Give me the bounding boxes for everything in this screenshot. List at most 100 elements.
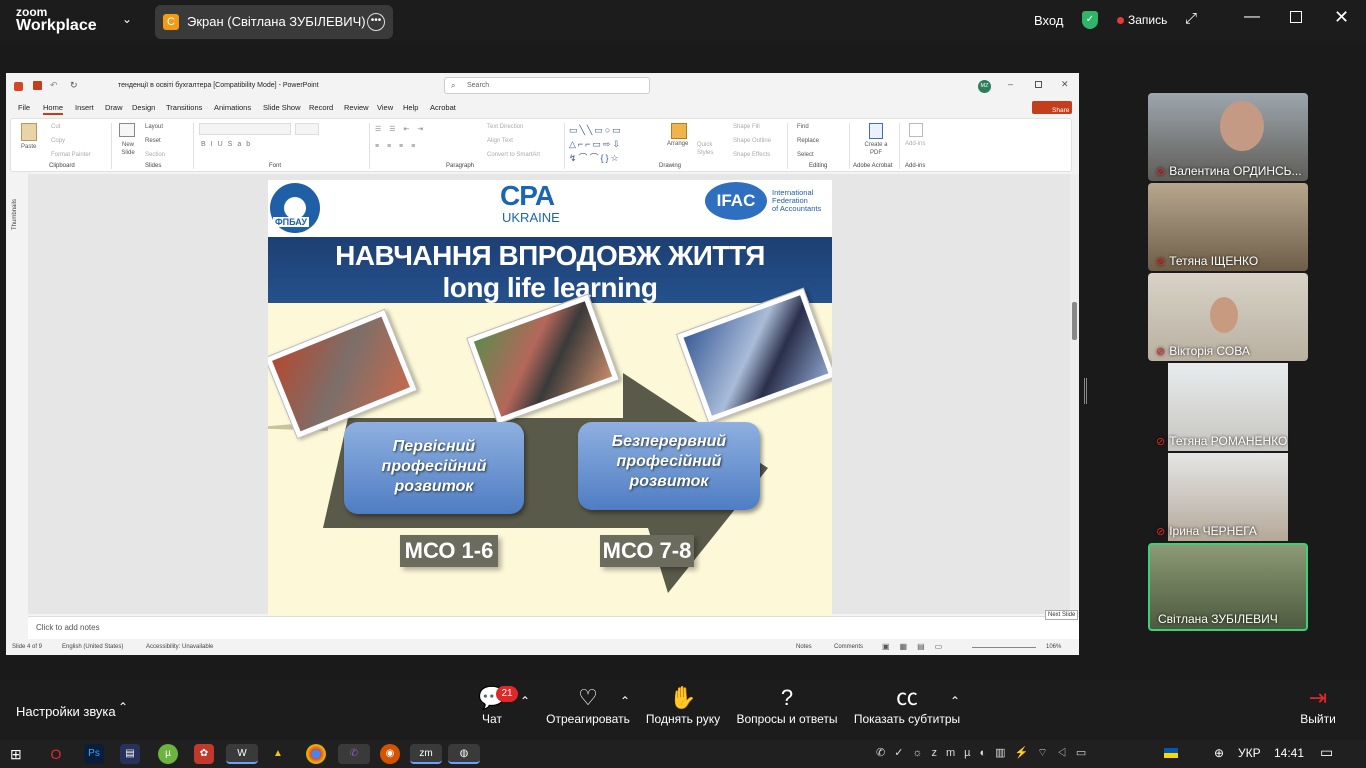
record-label[interactable]: Запись	[1128, 13, 1167, 27]
vertical-scrollbar[interactable]	[1070, 174, 1079, 614]
participant-tile[interactable]: ⊘ Вікторія СОВА	[1148, 273, 1308, 361]
menu-home[interactable]: Home	[43, 103, 64, 115]
text-direction-button[interactable]: Text Direction	[487, 124, 523, 130]
find-button[interactable]: Find	[797, 124, 809, 130]
comments-toggle[interactable]: Comments	[834, 644, 863, 650]
participant-tile[interactable]: ⊘ Тетяна ІЩЕНКО	[1148, 183, 1308, 271]
menu-animations[interactable]: Animations	[214, 103, 251, 112]
chevron-up-icon[interactable]: ⌃	[620, 694, 630, 708]
new-slide-icon[interactable]	[119, 123, 135, 137]
notes-pane[interactable]: Click to add notes Next Slide	[28, 610, 1079, 639]
format-painter-button[interactable]: Format Painter	[51, 152, 91, 158]
utorrent-icon[interactable]: µ	[158, 744, 178, 764]
paste-icon[interactable]	[21, 123, 37, 141]
share-button[interactable]: Share	[1032, 101, 1072, 114]
paste-label[interactable]: Paste	[21, 144, 36, 150]
slide-canvas[interactable]: ФПБАУ CPA UKRAINE IFAC International Fed…	[268, 180, 832, 616]
viber-icon[interactable]: ✆	[338, 744, 370, 764]
shape-outline-button[interactable]: Shape Outline	[733, 138, 771, 144]
photoshop-icon[interactable]: Ps	[84, 744, 104, 764]
captions-button[interactable]: ㏄ Показать субтитры	[852, 680, 962, 726]
zoom-taskbar-icon[interactable]: zm	[410, 744, 442, 764]
zoom-level[interactable]: 106%	[1046, 644, 1061, 650]
chevron-up-icon[interactable]: ⌃	[118, 700, 128, 714]
opera-icon[interactable]: O	[46, 744, 66, 764]
thumbnails-pane[interactable]: Thumbnails	[6, 174, 28, 614]
clock[interactable]: 14:41	[1274, 746, 1304, 760]
new-slide-label[interactable]: New Slide	[117, 141, 139, 157]
menu-help[interactable]: Help	[403, 103, 418, 112]
windows-start-icon[interactable]: ⊞	[10, 746, 22, 763]
view-buttons[interactable]: ▣▦▤▭	[882, 642, 952, 651]
chevron-up-icon[interactable]: ⌃	[520, 694, 530, 708]
redo-icon[interactable]: ↻	[70, 80, 78, 91]
layout-button[interactable]: Layout	[145, 124, 163, 130]
font-size-field[interactable]	[295, 123, 319, 135]
avatar[interactable]: MZ	[978, 80, 991, 93]
menu-transitions[interactable]: Transitions	[166, 103, 202, 112]
zoom-slider[interactable]	[972, 647, 1036, 648]
app-triangle-icon[interactable]: ▲	[268, 744, 288, 764]
participant-tile[interactable]: ⊘ Тетяна РОМАНЕНКО	[1148, 363, 1308, 451]
menu-acrobat[interactable]: Acrobat	[430, 103, 456, 112]
ppt-restore-icon[interactable]	[1035, 81, 1042, 88]
section-button[interactable]: Section	[145, 152, 165, 158]
font-name-field[interactable]	[199, 123, 291, 135]
notes-toggle[interactable]: Notes	[796, 644, 812, 650]
close-icon[interactable]: ✕	[1334, 7, 1349, 28]
addins-label[interactable]: Add-ins	[905, 141, 925, 147]
shield-check-icon[interactable]: ✓	[1082, 11, 1098, 29]
scrollbar-thumb[interactable]	[1072, 302, 1077, 340]
screen-share-pill[interactable]: C Экран (Світлана ЗУБІЛЕВИЧ) •••	[155, 5, 393, 39]
security-tray-icon[interactable]: ⊕	[1214, 746, 1224, 760]
align-text-button[interactable]: Align Text	[487, 138, 513, 144]
react-button[interactable]: ♡ Отреагировать	[544, 680, 632, 726]
menu-draw[interactable]: Draw	[105, 103, 123, 112]
audio-settings-button[interactable]: Настройки звука	[16, 704, 116, 719]
select-button[interactable]: Select	[797, 152, 814, 158]
disk-icon[interactable]: ▤	[120, 744, 140, 764]
raise-hand-button[interactable]: ✋ Поднять руку	[644, 680, 722, 726]
arrange-label[interactable]: Arrange	[667, 141, 688, 147]
chrome-icon[interactable]	[306, 744, 326, 764]
menu-file[interactable]: File	[18, 103, 30, 112]
app-circle-icon[interactable]: ◉	[380, 744, 400, 764]
ppt-close-icon[interactable]: ✕	[1061, 79, 1069, 90]
quick-styles-label[interactable]: Quick Styles	[697, 141, 715, 157]
more-options-icon[interactable]: •••	[367, 13, 385, 31]
shape-effects-button[interactable]: Shape Effects	[733, 152, 770, 158]
chrome-window-icon[interactable]: ◍	[448, 744, 480, 764]
ppt-minimize-icon[interactable]: –	[1008, 79, 1013, 89]
fullscreen-icon[interactable]: ⤢	[1185, 10, 1197, 27]
undo-icon[interactable]: ↶	[50, 80, 58, 91]
font-format-icons[interactable]: BIUSab	[201, 141, 255, 148]
shape-fill-button[interactable]: Shape Fill	[733, 124, 760, 130]
participant-tile-active-speaker[interactable]: Світлана ЗУБІЛЕВИЧ	[1148, 543, 1308, 631]
convert-smartart-button[interactable]: Convert to SmartArt	[487, 152, 540, 158]
list-icons[interactable]: ☰ ☰ ⇤ ⇥	[375, 125, 426, 133]
panel-resize-handle[interactable]	[1084, 378, 1087, 404]
replace-button[interactable]: Replace	[797, 138, 819, 144]
chevron-up-icon[interactable]: ⌃	[950, 694, 960, 708]
search-box[interactable]: ⌕ Search	[444, 77, 650, 94]
menu-design[interactable]: Design	[132, 103, 155, 112]
menu-record[interactable]: Record	[309, 103, 333, 112]
qa-button[interactable]: ? Вопросы и ответы	[734, 680, 840, 726]
word-icon[interactable]: W	[226, 744, 258, 764]
create-pdf-icon[interactable]	[869, 123, 883, 139]
cut-button[interactable]: Cut	[51, 124, 60, 130]
chevron-down-icon[interactable]: ⌄	[122, 12, 132, 26]
copy-button[interactable]: Copy	[51, 138, 65, 144]
maximize-icon[interactable]	[1290, 11, 1302, 23]
participant-tile[interactable]: ⊘ Ірина ЧЕРНЕГА	[1148, 453, 1308, 541]
language-status[interactable]: English (United States)	[62, 644, 123, 650]
leave-button[interactable]: ⇥ Выйти	[1296, 680, 1340, 726]
accessibility-status[interactable]: Accessibility: Unavailable	[146, 644, 213, 650]
menu-slideshow[interactable]: Slide Show	[263, 103, 301, 112]
app-icon[interactable]: ✿	[194, 744, 214, 764]
input-language[interactable]: УКР	[1238, 746, 1261, 760]
menu-review[interactable]: Review	[344, 103, 369, 112]
tray-icons[interactable]: ✆✓☼zmµ◐▥⚡⌔◁▭	[876, 746, 1095, 760]
minimize-icon[interactable]: —	[1244, 8, 1260, 26]
create-pdf-label[interactable]: Create a PDF	[863, 141, 889, 157]
